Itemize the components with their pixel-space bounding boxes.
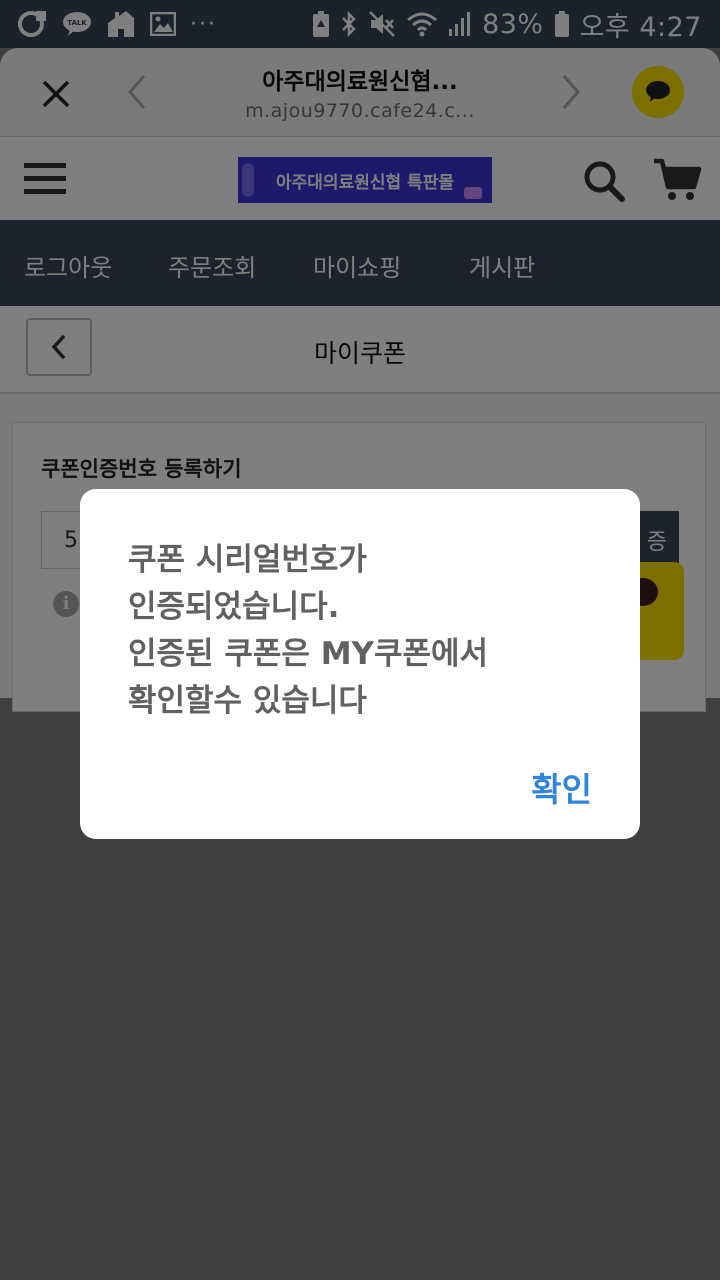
dialog-message-line: 인증된 쿠폰은 MY쿠폰에서 <box>128 636 489 672</box>
dialog-message-line: 쿠폰 시리얼번호가 <box>128 542 367 578</box>
screen: TALK ··· 8 <box>0 0 720 1280</box>
dialog-message-line: 확인할수 있습니다 <box>128 683 367 719</box>
dialog-message-line: 인증되었습니다. <box>128 589 340 625</box>
confirm-button[interactable]: 확인 <box>531 763 592 811</box>
dialog-message: 쿠폰 시리얼번호가 인증되었습니다. 인증된 쿠폰은 MY쿠폰에서 확인할수 있… <box>128 537 608 725</box>
alert-dialog: 쿠폰 시리얼번호가 인증되었습니다. 인증된 쿠폰은 MY쿠폰에서 확인할수 있… <box>80 489 640 839</box>
